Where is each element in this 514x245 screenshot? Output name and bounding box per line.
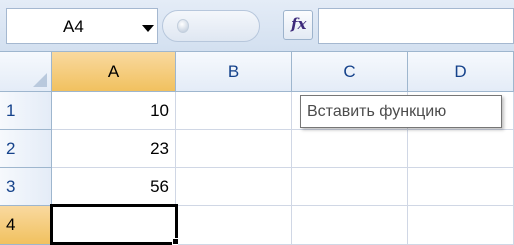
select-all-corner[interactable] (0, 52, 52, 92)
cell-a3[interactable]: 56 (52, 168, 176, 206)
row-header-4[interactable]: 4 (0, 206, 52, 245)
cell-b2[interactable] (176, 130, 292, 168)
formula-input[interactable] (318, 8, 514, 44)
chevron-down-icon[interactable] (142, 25, 154, 32)
row-header-1[interactable]: 1 (0, 92, 52, 130)
fx-icon: fx (291, 15, 307, 33)
insert-function-button[interactable]: fx (283, 10, 313, 40)
insert-function-tooltip: Вставить функцию (300, 95, 502, 128)
row-header-2[interactable]: 2 (0, 130, 52, 168)
cell-d3[interactable] (408, 168, 514, 206)
cell-d2[interactable] (408, 130, 514, 168)
formula-bar: A4 fx (0, 0, 514, 52)
column-header-a[interactable]: A (52, 52, 176, 92)
column-header-b[interactable]: B (176, 52, 292, 92)
column-header-d[interactable]: D (408, 52, 514, 92)
cell-b1[interactable] (176, 92, 292, 130)
column-header-c[interactable]: C (292, 52, 408, 92)
worksheet-grid: A B C D 1 10 2 23 3 56 4 (0, 52, 514, 245)
cell-a1[interactable]: 10 (52, 92, 176, 130)
splitter-knob-icon[interactable] (177, 19, 189, 33)
select-all-icon (33, 73, 47, 87)
cell-a2[interactable]: 23 (52, 130, 176, 168)
cell-c3[interactable] (292, 168, 408, 206)
cell-a4-selected[interactable] (50, 204, 178, 245)
cell-b3[interactable] (176, 168, 292, 206)
cell-b4[interactable] (178, 206, 292, 245)
cell-c2[interactable] (292, 130, 408, 168)
cell-c4[interactable] (292, 206, 408, 245)
cell-d4[interactable] (408, 206, 514, 245)
name-box-value: A4 (63, 17, 84, 36)
row-header-3[interactable]: 3 (0, 168, 52, 206)
formula-bar-splitter[interactable] (162, 10, 260, 42)
name-box[interactable]: A4 (6, 8, 158, 44)
